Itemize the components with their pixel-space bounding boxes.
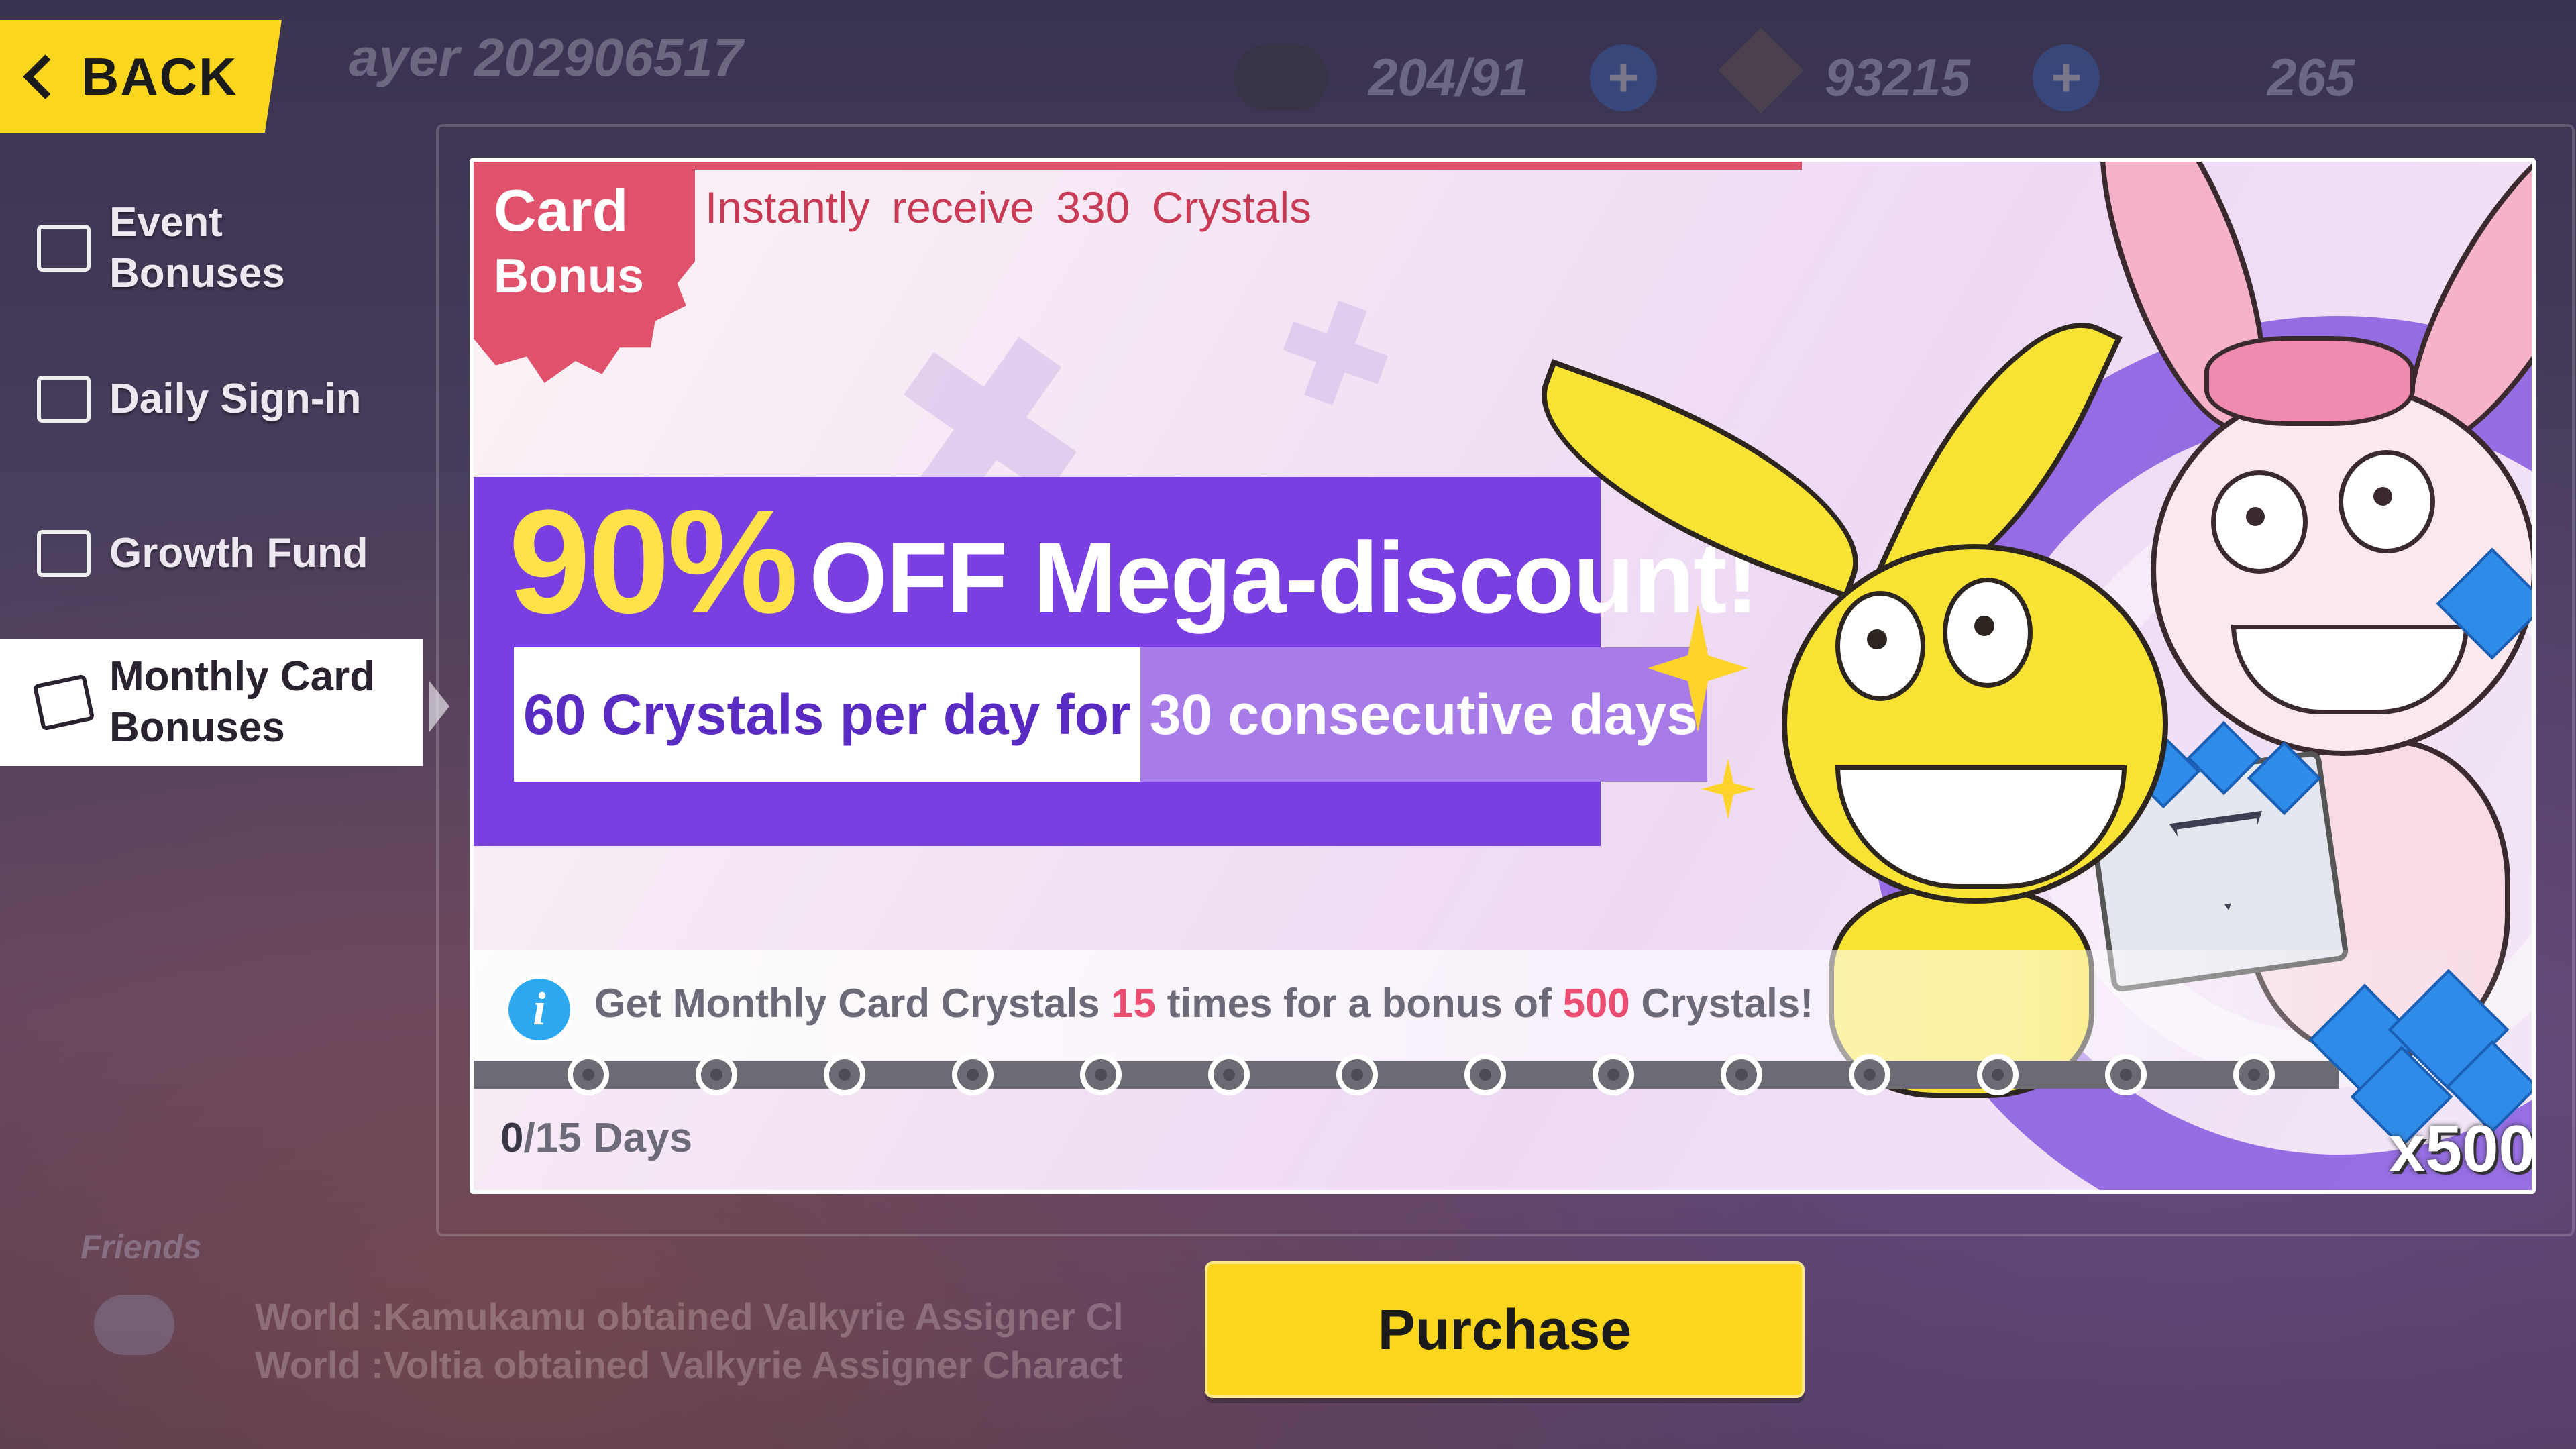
discount-headline: 90% OFF Mega-discount! xyxy=(508,477,1759,647)
purchase-button[interactable]: Purchase xyxy=(1205,1261,1805,1398)
sidebar-item-label-line1: Event xyxy=(109,199,223,246)
progress-current: 0 xyxy=(500,1115,524,1161)
world-chat: World :Kamukamu obtained Valkyrie Assign… xyxy=(94,1295,1167,1415)
player-id-label: ayer 202906517 xyxy=(349,28,743,87)
info-text-suffix: Crystals! xyxy=(1629,981,1814,1026)
instant-reward-text: Instantly receive 330 Crystals xyxy=(705,182,1312,232)
progress-node xyxy=(952,1054,994,1095)
info-bonus-value: 500 xyxy=(1562,981,1630,1026)
progress-total: /15 Days xyxy=(523,1115,693,1161)
pink-bunny-eye xyxy=(2211,470,2308,574)
progress-node xyxy=(696,1054,737,1095)
sidebar-item-event-bonuses[interactable]: Event Bonuses xyxy=(0,181,423,315)
progress-node xyxy=(1336,1054,1378,1095)
back-button[interactable]: BACK xyxy=(0,20,282,133)
daily-crystals-banner: 60 Crystals per day for 30 consecutive da… xyxy=(514,647,1707,782)
pink-bunny-bow xyxy=(2204,336,2415,426)
add-coin-icon: + xyxy=(2033,44,2100,111)
chat-bubble-icon xyxy=(94,1295,174,1355)
chat-line: World :Kamukamu obtained Valkyrie Assign… xyxy=(255,1295,1124,1338)
progress-node xyxy=(1593,1054,1634,1095)
sidebar-item-label: Daily Sign-in xyxy=(109,376,362,422)
info-text-prefix: Get Monthly Card Crystals xyxy=(594,981,1112,1026)
consecutive-days-text: 30 consecutive days xyxy=(1140,647,1707,782)
bonus-info-text: Get Monthly Card Crystals 15 times for a… xyxy=(594,980,1813,1026)
progress-node xyxy=(1977,1054,2019,1095)
badge-line2: Bonus xyxy=(494,250,644,303)
stamina-value: 204/91 xyxy=(1368,48,1529,107)
calendar-check-icon xyxy=(37,376,91,423)
progress-node xyxy=(2105,1054,2147,1095)
progress-node xyxy=(1849,1054,1890,1095)
sidebar-item-label: Growth Fund xyxy=(109,530,368,576)
crystal-value: 265 xyxy=(2267,48,2355,107)
chat-line: World :Voltia obtained Valkyrie Assigner… xyxy=(255,1344,1123,1386)
sidebar: Event Bonuses Daily Sign-in Growth Fund … xyxy=(0,168,429,839)
info-icon[interactable]: i xyxy=(504,975,574,1044)
progress-days-label: 0/15 Days xyxy=(500,1114,692,1162)
background-hud: ayer 202906517 204/91 + 93215 + 265 xyxy=(349,27,2563,134)
sidebar-item-monthly-card-bonuses[interactable]: Monthly Card Bonuses xyxy=(0,639,423,766)
sidebar-item-label-line2: Bonuses xyxy=(109,250,285,297)
progress-node xyxy=(568,1054,609,1095)
back-button-label: BACK xyxy=(81,46,238,106)
badge-line1: Card xyxy=(494,177,629,244)
stamina-icon xyxy=(1234,44,1328,111)
header-accent-line xyxy=(648,162,1802,170)
chevron-left-icon xyxy=(23,54,68,99)
progress-node xyxy=(824,1054,865,1095)
progress-node xyxy=(1208,1054,1250,1095)
yellow-creature-eye xyxy=(1943,578,2033,688)
pink-bunny-eye xyxy=(2339,450,2435,553)
progress-node xyxy=(1080,1054,1122,1095)
chest-logo-icon xyxy=(2169,811,2275,917)
card-gem-icon xyxy=(32,674,95,731)
sparkle-icon xyxy=(1701,759,1755,819)
coin-icon xyxy=(1718,28,1804,113)
sidebar-item-label-line2: Bonuses xyxy=(109,704,285,751)
decor-cross xyxy=(1271,288,1400,417)
discount-text: OFF Mega-discount! xyxy=(809,521,1759,634)
yellow-creature-eye xyxy=(1835,591,1925,701)
coin-value: 93215 xyxy=(1825,48,1970,107)
sidebar-item-growth-fund[interactable]: Growth Fund xyxy=(0,510,423,597)
sidebar-item-label-line1: Monthly Card xyxy=(109,653,376,700)
fund-card-icon xyxy=(37,530,91,577)
friends-label: Friends xyxy=(80,1228,202,1266)
add-stamina-icon: + xyxy=(1590,44,1657,111)
info-times-value: 15 xyxy=(1111,981,1156,1026)
daily-crystals-text: 60 Crystals per day for xyxy=(514,647,1140,782)
reward-quantity: x500 xyxy=(2389,1112,2536,1185)
sidebar-item-label: Monthly Card Bonuses xyxy=(109,651,375,753)
monthly-card-banner: Card Bonus Instantly receive 330 Crystal… xyxy=(470,158,2536,1194)
card-bonus-badge: Card Bonus xyxy=(474,162,695,383)
discount-percent: 90% xyxy=(508,479,798,644)
sidebar-item-label: Event Bonuses xyxy=(109,197,285,299)
progress-track xyxy=(474,1061,2339,1089)
gift-box-icon xyxy=(37,225,91,272)
progress-node xyxy=(1721,1054,1762,1095)
sidebar-item-daily-sign-in[interactable]: Daily Sign-in xyxy=(0,356,423,443)
progress-node xyxy=(2233,1054,2275,1095)
info-text-middle: times for a bonus of xyxy=(1155,981,1563,1026)
progress-node xyxy=(1464,1054,1506,1095)
